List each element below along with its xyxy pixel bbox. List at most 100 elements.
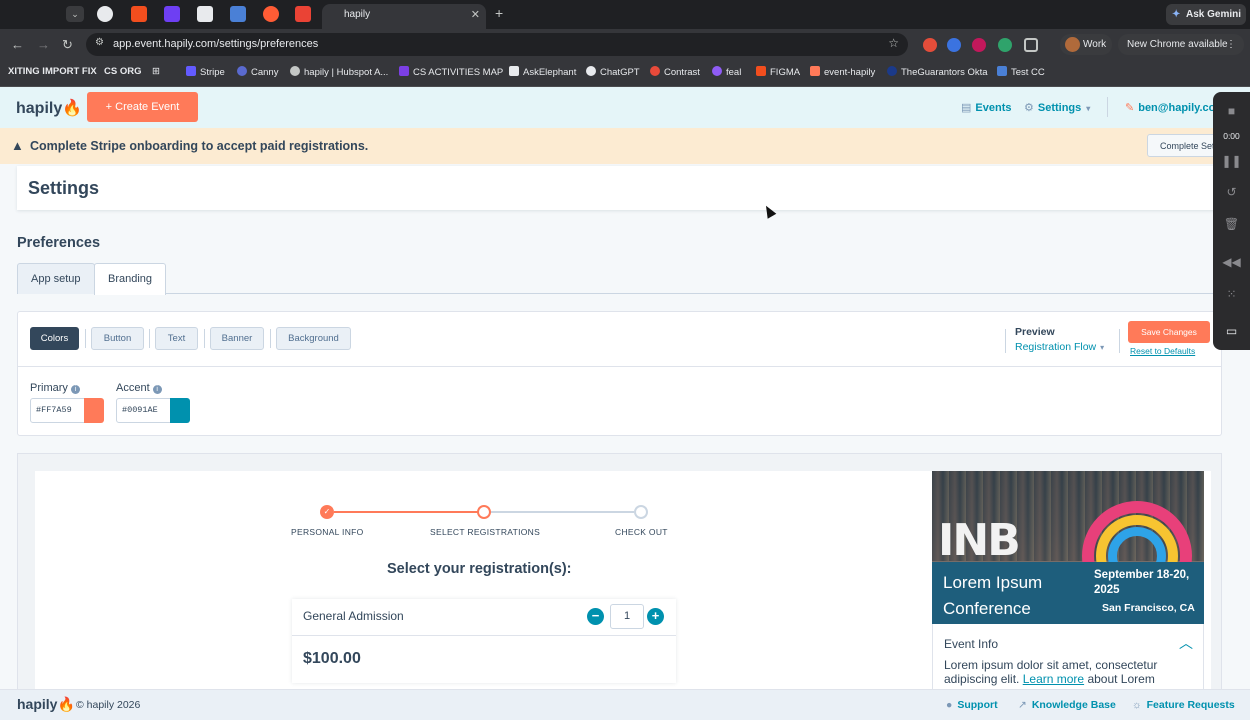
chatgpt-icon (586, 66, 596, 76)
info-icon[interactable]: i (152, 385, 162, 394)
bookmark-item[interactable]: hapily | Hubspot A... (290, 66, 388, 78)
canny-icon (237, 66, 247, 76)
bookmark-item[interactable]: Stripe (186, 66, 225, 78)
learn-more-link[interactable]: Learn more (1023, 672, 1084, 686)
bookmark-item[interactable]: event-hapily (810, 66, 875, 78)
bookmark-star-icon[interactable]: ☆ (888, 36, 899, 50)
active-browser-tab[interactable]: hapily ✕ (322, 4, 486, 29)
pinned-tab-calendar-icon[interactable] (197, 6, 213, 22)
knowledge-base-link[interactable]: ↗ Knowledge Base (1018, 699, 1116, 711)
accent-color-swatch[interactable] (170, 398, 190, 423)
grid-icon[interactable]: ⁙ (1213, 287, 1250, 301)
pinned-tab-figma-icon[interactable] (131, 6, 147, 22)
hapily-logo[interactable]: hapily🔥 (16, 98, 82, 118)
increase-quantity-button[interactable]: + (647, 608, 664, 625)
subtab-divider (149, 329, 150, 348)
tab-search-button[interactable]: ⌄ (66, 6, 84, 22)
bookmark-item[interactable]: CS ACTIVITIES MAP (399, 66, 503, 78)
subtab-colors[interactable]: Colors (30, 327, 79, 350)
preview-select[interactable]: Registration Flow ▾ (1015, 341, 1104, 353)
settings-nav-dropdown[interactable]: ⚙ Settings ▾ (1024, 101, 1090, 114)
stop-recording-icon[interactable]: ■ (1213, 104, 1250, 118)
screen-recorder-panel: ■ 0:00 ❚❚ ↺ 🗑 ◀◀ ⁙ ▭ (1213, 92, 1250, 350)
decrease-quantity-button[interactable]: − (587, 608, 604, 625)
photo-signage: INB (938, 515, 1021, 566)
event-info-panel: Event Info ︿ Lorem ipsum dolor sit amet,… (932, 624, 1204, 693)
primary-color-swatch[interactable] (84, 398, 104, 423)
pinned-tab-app-icon[interactable] (164, 6, 180, 22)
tab-app-setup[interactable]: App setup (17, 263, 95, 294)
pinned-tab-calendar-blue-icon[interactable] (230, 6, 246, 22)
address-bar[interactable]: ⚙ app.event.hapily.com/settings/preferen… (86, 33, 908, 56)
subtab-banner[interactable]: Banner (210, 327, 264, 350)
pinned-tab-record-icon[interactable] (97, 6, 113, 22)
user-account-menu[interactable]: ✎ ben@hapily.com (1125, 101, 1225, 114)
extension-blue-icon[interactable] (947, 38, 961, 52)
subtab-text[interactable]: Text (155, 327, 198, 350)
accent-color-input[interactable]: #0091AE (116, 398, 171, 423)
bookmark-item[interactable]: XITING IMPORT FIX (8, 66, 97, 77)
forward-arrow-icon[interactable]: → (37, 37, 50, 52)
create-event-button[interactable]: + Create Event (87, 92, 198, 122)
bookmark-item[interactable]: FIGMA (756, 66, 800, 78)
bookmark-item[interactable]: Test CC (997, 66, 1045, 78)
stripe-warning-banner: ▲ Complete Stripe onboarding to accept p… (0, 128, 1250, 164)
subtab-background[interactable]: Background (276, 327, 351, 350)
reload-icon[interactable]: ↻ (62, 37, 73, 53)
subtab-divider (85, 329, 86, 348)
profile-label: Work (1083, 39, 1107, 50)
bookmark-item[interactable]: CS ORG (104, 66, 141, 77)
tab-branding[interactable]: Branding (94, 263, 167, 295)
progress-line-pending (490, 511, 634, 513)
save-changes-button[interactable]: Save Changes (1128, 321, 1210, 343)
chevron-up-icon[interactable]: ︿ (1179, 633, 1193, 653)
reset-to-defaults-link[interactable]: Reset to Defaults (1130, 346, 1195, 356)
site-info-icon[interactable]: ⚙ (95, 37, 104, 48)
feature-requests-link[interactable]: ☼ Feature Requests (1132, 699, 1235, 711)
globe-icon (290, 66, 300, 76)
pinned-tab-gmail-icon[interactable] (295, 6, 311, 22)
chrome-update-button[interactable]: New Chrome available ⋮ (1118, 34, 1244, 55)
pinned-tab-hubspot-icon[interactable] (263, 6, 279, 22)
figma-icon (756, 66, 766, 76)
active-tab-title: hapily (344, 9, 371, 20)
extensions-puzzle-icon[interactable] (1024, 38, 1038, 52)
info-icon[interactable]: i (70, 385, 80, 394)
extension-pink-icon[interactable] (972, 38, 986, 52)
preview-label: Preview (1015, 326, 1055, 338)
subtab-button[interactable]: Button (91, 327, 144, 350)
close-tab-icon[interactable]: ✕ (471, 8, 480, 21)
flame-icon: 🔥 (57, 696, 75, 712)
footer-copyright: © hapily 2026 (76, 699, 141, 711)
bookmark-item[interactable]: TheGuarantors Okta (887, 66, 988, 78)
profile-button[interactable]: Work (1060, 34, 1112, 55)
bookmark-item[interactable]: Canny (237, 66, 278, 78)
extension-red-icon[interactable] (923, 38, 937, 52)
rewind-icon[interactable]: ◀◀ (1213, 255, 1250, 269)
extension-green-icon[interactable] (998, 38, 1012, 52)
new-tab-icon[interactable]: + (495, 5, 503, 21)
bookmark-item[interactable]: AskElephant (509, 66, 576, 78)
bookmark-item[interactable]: feal (712, 66, 741, 78)
events-nav-link[interactable]: ▤ Events (961, 101, 1011, 114)
step-label: SELECT REGISTRATIONS (430, 527, 541, 537)
profile-avatar (1065, 37, 1080, 52)
header-divider (1107, 97, 1108, 117)
camera-icon[interactable]: ▭ (1213, 324, 1250, 338)
more-menu-icon[interactable]: ⋮ (1226, 34, 1236, 55)
pause-icon[interactable]: ❚❚ (1213, 154, 1250, 168)
apps-grid-icon[interactable]: ⊞ (152, 66, 160, 77)
feal-icon (712, 66, 722, 76)
bookmark-item[interactable]: ChatGPT (586, 66, 640, 78)
bookmark-item[interactable]: Contrast (650, 66, 700, 78)
support-link[interactable]: ● Support (946, 699, 998, 711)
delete-icon[interactable]: 🗑 (1213, 217, 1250, 231)
page-title: Settings (28, 178, 100, 198)
primary-color-input[interactable]: #FF7A59 (30, 398, 85, 423)
contrast-icon (650, 66, 660, 76)
primary-color-label: Primary i (30, 382, 80, 394)
quantity-input[interactable]: 1 (610, 604, 644, 629)
restart-icon[interactable]: ↺ (1213, 185, 1250, 199)
back-arrow-icon[interactable]: ← (11, 37, 24, 52)
ask-gemini-button[interactable]: ✦ Ask Gemini (1166, 4, 1246, 25)
